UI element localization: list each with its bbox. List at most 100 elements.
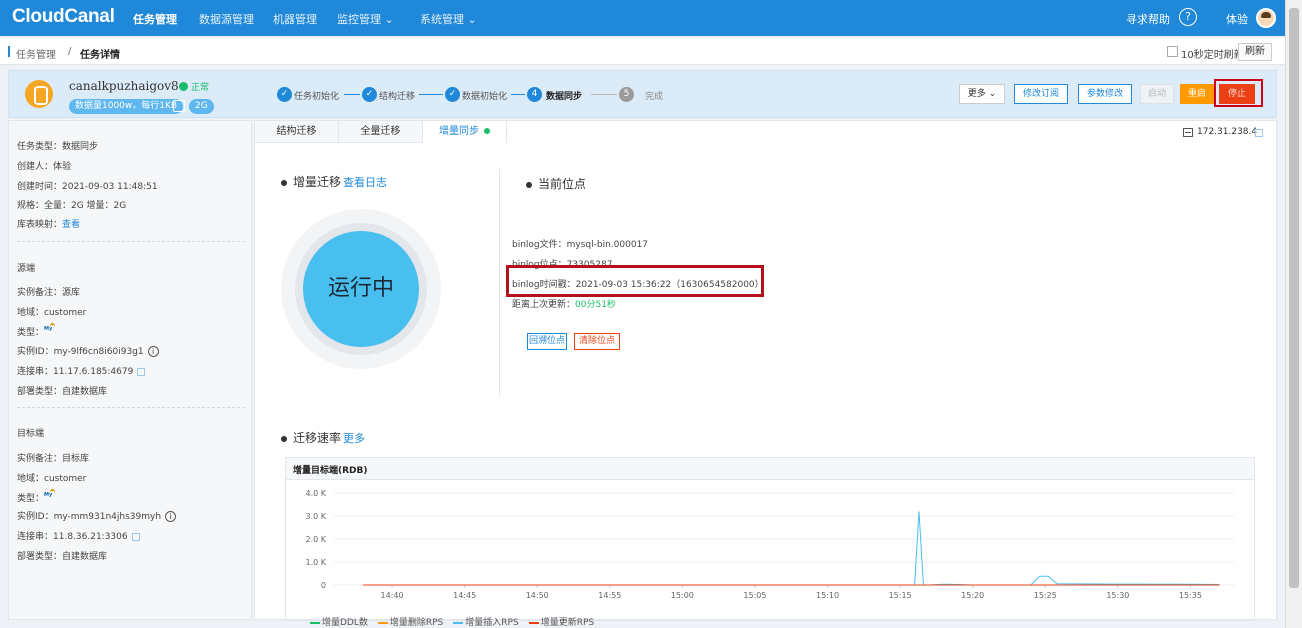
target-connection: 连接串：11.8.36.21:3306 <box>17 529 140 542</box>
edit-spec-icon[interactable] <box>173 100 185 112</box>
legend-item[interactable]: 增量插入RPS <box>453 618 519 628</box>
step-2-check-icon: ✓ <box>362 87 377 102</box>
top-nav-bar: CloudCanal 任务管理 数据源管理 机器管理 监控管理 ⌄ 系统管理 ⌄… <box>0 0 1302 36</box>
task-created-time: 创建时间：2021-09-03 11:48:51 <box>17 182 158 192</box>
task-info-panel: 任务类型：数据同步 创建人：体验 创建时间：2021-09-03 11:48:5… <box>8 120 252 620</box>
x-tick-label: 15:05 <box>743 591 766 600</box>
step-2-label: 结构迁移 <box>379 92 416 102</box>
series-line-2 <box>363 511 1220 586</box>
y-tick-label: 3.0 K <box>305 512 326 521</box>
y-tick-label: 2.0 K <box>305 535 326 544</box>
step-1-label: 任务初始化 <box>294 92 340 102</box>
clear-position-button[interactable]: 清除位点 <box>574 333 620 350</box>
copy-icon[interactable] <box>1255 129 1263 137</box>
rate-title: 迁移速率 更多 <box>281 429 365 446</box>
main-content: 结构迁移 全量迁移 增量同步 172.31.238.4 增量迁移 查看日志 运行中… <box>254 120 1277 628</box>
bullet-icon <box>281 179 287 186</box>
target-instance-id: 实例ID：my-mm931n4jhs39myh i <box>17 509 177 522</box>
legend-swatch <box>377 621 388 624</box>
breadcrumb-current: 任务详情 <box>80 50 120 61</box>
chart-header: 增量目标端(RDB) <box>286 458 1254 480</box>
copy-icon[interactable] <box>137 367 146 376</box>
chart-legend: 增量DDL数 增量删除RPS 增量插入RPS 增量更新RPS <box>310 615 604 628</box>
target-type-label: 类型： <box>17 494 45 504</box>
table-mapping-label: 库表映射： <box>17 220 63 230</box>
tab-structure-migration[interactable]: 结构迁移 <box>255 121 339 143</box>
spec-badge: 数据量1000w，每行1KB <box>69 99 184 114</box>
step-connector <box>344 94 360 95</box>
auto-refresh-checkbox[interactable] <box>1167 46 1178 57</box>
help-icon[interactable]: ? <box>1179 8 1197 26</box>
nav-machine-management[interactable]: 机器管理 <box>273 11 317 27</box>
legend-item[interactable]: 增量更新RPS <box>528 618 594 628</box>
tab-incremental-sync[interactable]: 增量同步 <box>423 121 507 143</box>
target-region: 地域：customer <box>17 474 87 484</box>
refresh-button[interactable]: 刷新 <box>1238 43 1272 61</box>
step-5-label: 完成 <box>645 92 664 102</box>
worker-ip: 172.31.238.4 <box>1197 127 1258 137</box>
last-update-label: 距离上次更新： <box>512 300 576 310</box>
incremental-title-text: 增量迁移 <box>293 175 342 189</box>
step-5-number: 5 <box>619 87 634 102</box>
rate-title-text: 迁移速率 <box>293 431 342 445</box>
task-name: canalkpuzhaigov8 <box>69 79 179 93</box>
copy-icon[interactable] <box>131 532 140 541</box>
last-update-value: 00分51秒 <box>575 300 616 310</box>
edit-subscription-button[interactable]: 修改订阅 <box>1014 84 1068 104</box>
legend-swatch <box>528 621 539 624</box>
task-spec: 规格：全量：2G 增量：2G <box>17 201 127 211</box>
step-connector <box>591 94 617 95</box>
rate-line-chart: 0 1.0 K 2.0 K 3.0 K 4.0 K 14:40 14:45 14:50 14:5… <box>305 489 1234 600</box>
task-status: 正常 <box>191 83 210 93</box>
auto-refresh-label[interactable]: 10秒定时刷新 <box>1181 46 1244 61</box>
info-icon[interactable]: i <box>147 346 159 357</box>
divider <box>499 169 500 397</box>
stop-highlight-box <box>1214 79 1263 107</box>
y-tick-label: 4.0 K <box>305 489 326 498</box>
nav-monitor-management[interactable]: 监控管理 ⌄ <box>337 11 394 27</box>
user-name[interactable]: 体验 <box>1226 11 1248 27</box>
legend-label: 增量删除RPS <box>389 618 444 628</box>
step-connector <box>419 94 443 95</box>
x-tick-label: 15:25 <box>1034 591 1057 600</box>
scrollbar-thumb[interactable] <box>1289 8 1299 588</box>
help-link[interactable]: 寻求帮助 <box>1126 11 1170 27</box>
page-scrollbar[interactable] <box>1285 0 1302 628</box>
y-tick-label: 1.0 K <box>305 558 326 567</box>
legend-label: 增量DDL数 <box>322 618 368 628</box>
target-instance-id-text: 实例ID：my-mm931n4jhs39myh <box>17 512 162 522</box>
mysql-icon <box>44 323 56 335</box>
step-3-check-icon: ✓ <box>445 87 460 102</box>
legend-item[interactable]: 增量删除RPS <box>377 618 444 628</box>
x-tick-label: 15:35 <box>1179 591 1202 600</box>
source-instance-id: 实例ID：my-9lf6cn8i60i93g1 i <box>17 344 159 357</box>
legend-item[interactable]: 增量DDL数 <box>310 618 368 628</box>
last-update: 距离上次更新：00分51秒 <box>512 297 616 310</box>
x-tick-label: 15:10 <box>816 591 839 600</box>
tab-incremental-sync-label: 增量同步 <box>439 126 479 137</box>
tab-full-migration[interactable]: 全量迁移 <box>339 121 423 143</box>
bullet-icon <box>526 181 532 188</box>
edit-params-button[interactable]: 参数修改 <box>1078 84 1132 104</box>
x-tick-label: 14:45 <box>453 591 476 600</box>
breadcrumb-parent[interactable]: 任务管理 <box>16 46 56 61</box>
table-mapping-link[interactable]: 查看 <box>62 220 80 230</box>
nav-datasource-management[interactable]: 数据源管理 <box>199 11 254 27</box>
more-dropdown[interactable]: 更多 ⌄ <box>959 84 1005 104</box>
user-avatar[interactable] <box>1256 8 1276 28</box>
view-log-link[interactable]: 查看日志 <box>343 176 387 189</box>
target-note: 实例备注：目标库 <box>17 454 90 464</box>
restart-button[interactable]: 重启 <box>1180 84 1214 104</box>
info-icon[interactable]: i <box>165 511 177 522</box>
step-1-check-icon: ✓ <box>277 87 292 102</box>
rollback-position-button[interactable]: 回溯位点 <box>527 333 567 350</box>
step-4-label: 数据同步 <box>546 92 583 102</box>
target-title: 目标端 <box>17 429 45 439</box>
nav-system-management[interactable]: 系统管理 ⌄ <box>420 11 477 27</box>
breadcrumb-bar: 任务管理 / 任务详情 10秒定时刷新 刷新 <box>0 38 1285 65</box>
running-status: 运行中 <box>303 231 419 347</box>
start-button[interactable]: 启动 <box>1140 84 1174 104</box>
nav-task-management[interactable]: 任务管理 <box>133 11 177 27</box>
cloudcanal-logo[interactable]: CloudCanal <box>12 6 115 28</box>
rate-more-link[interactable]: 更多 <box>343 432 365 445</box>
